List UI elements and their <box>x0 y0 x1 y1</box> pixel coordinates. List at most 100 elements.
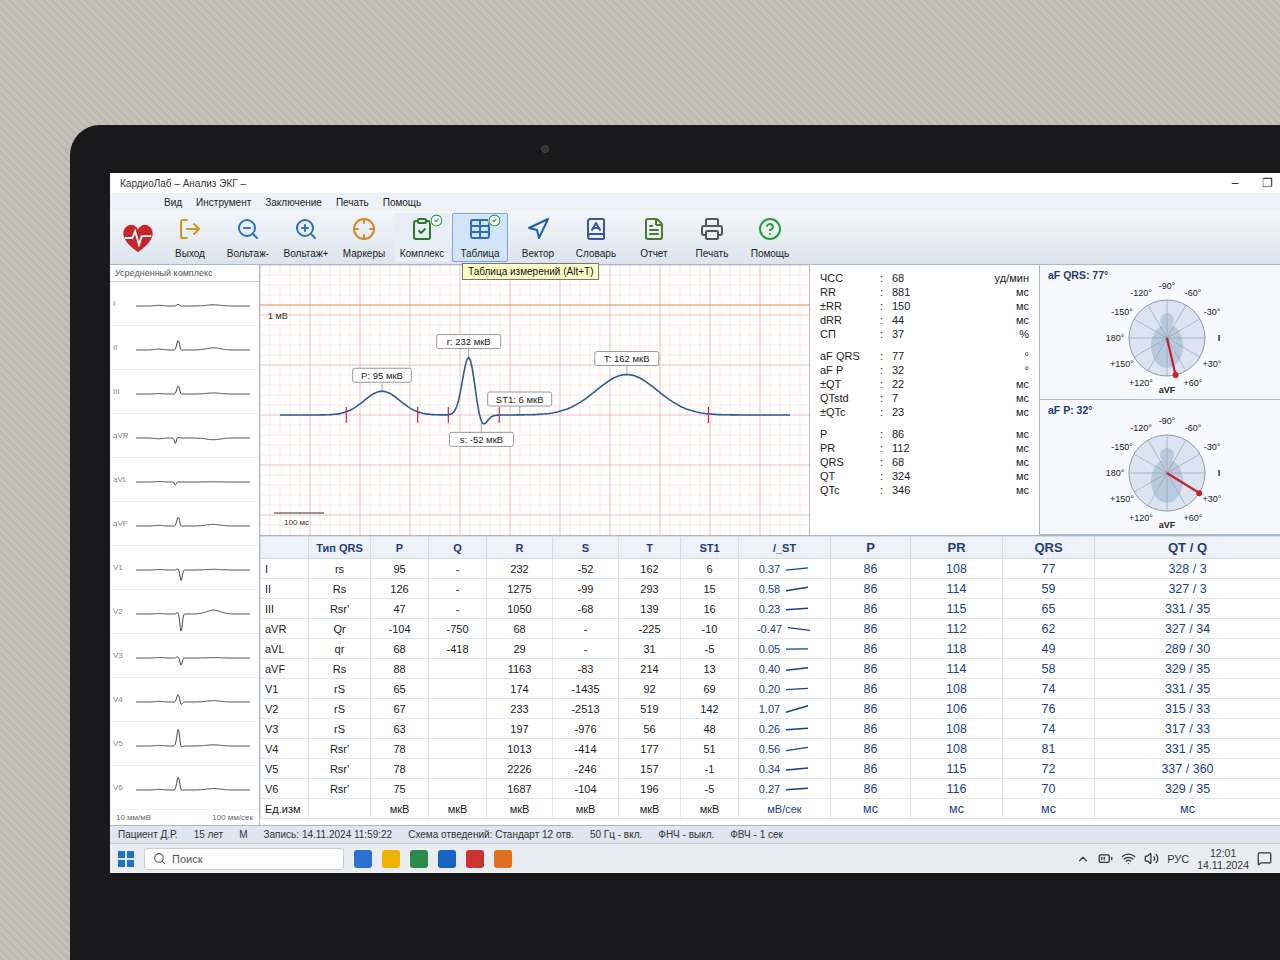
amplitude-scale: 1 мВ <box>268 311 288 321</box>
window-control-button[interactable]: – <box>1228 176 1242 190</box>
lead-row[interactable]: V6 <box>110 766 259 810</box>
column-header[interactable]: S <box>553 537 619 559</box>
table-cell: 69 <box>681 679 739 699</box>
battery-icon[interactable] <box>1098 851 1113 866</box>
table-row[interactable]: V1rS65174-143592690.208610874331 / 35 <box>261 679 1280 699</box>
unit-cell: мкВ <box>487 799 553 819</box>
toolbar-button-label: Выход <box>175 248 205 259</box>
lead-row[interactable]: I <box>110 282 259 326</box>
menu-item[interactable]: Вид <box>164 197 182 208</box>
notifications-icon[interactable] <box>1257 851 1272 866</box>
language-indicator[interactable]: РУС <box>1167 853 1189 865</box>
table-row[interactable]: aVLqr68-41829-31-50.058611849289 / 30 <box>261 639 1280 659</box>
status-item: Пациент Д.Р. <box>118 829 178 840</box>
toolbar-button[interactable]: Вольтаж- <box>220 213 276 262</box>
column-header[interactable]: P <box>831 537 911 559</box>
toolbar-button[interactable]: Вольтаж+ <box>278 213 334 262</box>
taskbar-app-icon[interactable] <box>494 850 512 868</box>
axis-label: +30° <box>1203 494 1222 504</box>
lead-row[interactable]: V2 <box>110 590 259 634</box>
column-header[interactable] <box>261 537 309 559</box>
table-cell: 58 <box>1003 659 1095 679</box>
table-cell: 92 <box>619 679 681 699</box>
table-cell: Rs <box>309 659 371 679</box>
table-cell: 1013 <box>487 739 553 759</box>
lead-row[interactable]: II <box>110 326 259 370</box>
table-cell: aVL <box>261 639 309 659</box>
table-cell: 75 <box>371 779 429 799</box>
toolbar-button[interactable]: Маркеры <box>336 213 392 262</box>
taskbar-app-icon[interactable] <box>354 850 372 868</box>
table-cell: II <box>261 579 309 599</box>
lead-row[interactable]: V3 <box>110 634 259 678</box>
logo <box>116 213 160 262</box>
table-row[interactable]: Irs95-232-5216260.378610877328 / 3 <box>261 559 1280 579</box>
table-cell: 289 / 30 <box>1095 639 1280 659</box>
table-row[interactable]: V5Rsr'782226-246157-10.348611572337 / 36… <box>261 759 1280 779</box>
lead-name: aVR <box>110 431 134 440</box>
lead-row[interactable]: V1 <box>110 546 259 590</box>
wave-marker[interactable]: s: -52 мкВ <box>449 421 513 446</box>
column-header[interactable]: Q <box>429 537 487 559</box>
start-icon[interactable] <box>118 851 134 867</box>
wave-marker[interactable]: r: 232 мкВ <box>437 335 501 358</box>
check-icon <box>488 214 501 227</box>
table-cell: 126 <box>371 579 429 599</box>
lead-row[interactable]: III <box>110 370 259 414</box>
toolbar-button[interactable]: Комплекс <box>394 213 450 262</box>
table-row[interactable]: V3rS63197-97656480.268610874317 / 33 <box>261 719 1280 739</box>
taskbar-search[interactable]: Поиск <box>144 848 344 870</box>
table-row[interactable]: IIIRsr'47-1050-68139160.238611565331 / 3… <box>261 599 1280 619</box>
toolbar-button-label: Комплекс <box>400 248 445 259</box>
toolbar-button[interactable]: Словарь <box>568 213 624 262</box>
lead-row[interactable]: V4 <box>110 678 259 722</box>
volume-icon[interactable] <box>1144 851 1159 866</box>
table-row[interactable]: aVRQr-104-75068--225-10-0.478611262327 /… <box>261 619 1280 639</box>
column-header[interactable]: QRS <box>1003 537 1095 559</box>
column-header[interactable]: /_ST <box>739 537 831 559</box>
column-header[interactable]: Тип QRS <box>309 537 371 559</box>
wave-marker[interactable]: ST1: 6 мкВ <box>488 392 552 415</box>
column-header[interactable]: R <box>487 537 553 559</box>
toolbar-button[interactable]: Выход <box>162 213 218 262</box>
taskbar-app-icon[interactable] <box>438 850 456 868</box>
lead-row[interactable]: aVL <box>110 458 259 502</box>
param-row: PR:112мс <box>820 441 1029 455</box>
clock[interactable]: 12:0114.11.2024 <box>1197 847 1249 871</box>
column-header[interactable]: QT / Q <box>1095 537 1280 559</box>
table-row[interactable]: V6Rsr'751687-104196-50.278611670329 / 35 <box>261 779 1280 799</box>
column-header[interactable]: PR <box>911 537 1003 559</box>
toolbar-button[interactable]: Отчет <box>626 213 682 262</box>
check-icon <box>430 214 443 227</box>
lead-row[interactable]: V5 <box>110 722 259 766</box>
menu-item[interactable]: Печать <box>336 197 369 208</box>
table-row[interactable]: V4Rsr'781013-414177510.568610881331 / 35 <box>261 739 1280 759</box>
wave-marker[interactable]: P: 95 мкВ <box>353 368 412 391</box>
toolbar-button[interactable]: Таблица <box>452 213 508 262</box>
column-header[interactable]: T <box>619 537 681 559</box>
table-row[interactable]: aVFRs881163-83214130.408611458329 / 35 <box>261 659 1280 679</box>
table-cell: 108 <box>911 719 1003 739</box>
menu-item[interactable]: Заключение <box>265 197 322 208</box>
menu-item[interactable]: Помощь <box>383 197 422 208</box>
window-control-button[interactable]: ❐ <box>1260 176 1274 190</box>
status-item: 50 Гц - вкл. <box>590 829 642 840</box>
column-header[interactable]: ST1 <box>681 537 739 559</box>
table-row[interactable]: IIRs126-1275-99293150.588611459327 / 3 <box>261 579 1280 599</box>
chevron-up-icon[interactable] <box>1076 852 1090 866</box>
lead-row[interactable]: aVF <box>110 502 259 546</box>
menu-item[interactable]: Инструмент <box>196 197 251 208</box>
taskbar-app-icon[interactable] <box>382 850 400 868</box>
wifi-icon[interactable] <box>1121 851 1136 866</box>
taskbar-app-icon[interactable] <box>410 850 428 868</box>
table-cell: 0.27 <box>739 779 831 799</box>
column-header[interactable]: P <box>371 537 429 559</box>
toolbar-button[interactable]: Вектор <box>510 213 566 262</box>
wave-marker[interactable]: T: 162 мкВ <box>595 352 659 375</box>
toolbar-button[interactable]: Помощь <box>742 213 798 262</box>
table-row[interactable]: V2rS67233-25135191421.078610676315 / 33 <box>261 699 1280 719</box>
taskbar-app-icon[interactable] <box>466 850 484 868</box>
lead-row[interactable]: aVR <box>110 414 259 458</box>
table-cell: - <box>553 619 619 639</box>
toolbar-button[interactable]: Печать <box>684 213 740 262</box>
